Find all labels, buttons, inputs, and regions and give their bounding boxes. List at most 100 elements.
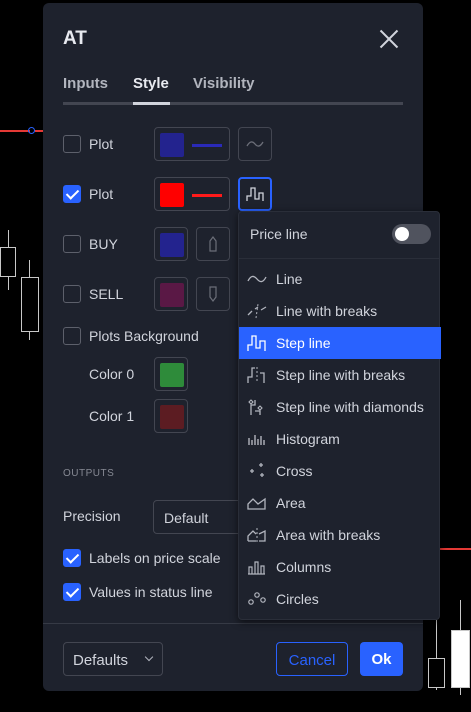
plot-1-line-preview	[192, 144, 222, 147]
menu-item-cross[interactable]: Cross	[239, 455, 441, 487]
chevron-down-icon	[144, 652, 154, 662]
menu-item-label: Histogram	[276, 431, 340, 447]
defaults-label: Defaults	[73, 652, 129, 669]
menu-item-columns[interactable]: Columns	[239, 551, 441, 583]
tab-bar: Inputs Style Visibility	[63, 73, 403, 105]
color-1-button[interactable]	[154, 399, 188, 433]
plot-1-color-button[interactable]	[154, 127, 230, 161]
buy-checkbox[interactable]	[63, 235, 81, 253]
buy-color-button[interactable]	[154, 227, 188, 261]
price-line-toggle[interactable]	[392, 224, 431, 244]
step-line-icon	[246, 187, 264, 201]
color-0-button[interactable]	[154, 357, 188, 391]
candle	[451, 630, 470, 688]
buy-color-swatch	[160, 233, 184, 257]
plot-2-label: Plot	[89, 186, 114, 202]
footer-divider	[43, 623, 423, 624]
tab-inputs[interactable]: Inputs	[63, 75, 108, 92]
menu-item-label: Line	[276, 271, 303, 287]
menu-item-area-with-breaks[interactable]: Area with breaks	[239, 519, 441, 551]
sell-label: SELL	[89, 286, 124, 302]
cancel-button[interactable]: Cancel	[276, 642, 348, 676]
menu-item-circles[interactable]: Circles	[239, 583, 441, 615]
tab-visibility[interactable]: Visibility	[193, 75, 254, 92]
menu-divider	[239, 258, 439, 259]
plot-2-checkbox[interactable]	[63, 185, 81, 203]
values-in-status-line-checkbox[interactable]	[63, 583, 81, 601]
plot-2-style-button[interactable]	[238, 177, 272, 211]
cancel-label: Cancel	[288, 652, 336, 669]
values-in-status-line-label: Values in status line	[89, 584, 213, 600]
buy-label: BUY	[89, 236, 118, 252]
precision-select[interactable]: Default	[153, 500, 248, 534]
menu-item-label: Step line	[276, 335, 331, 351]
plots-background-checkbox[interactable]	[63, 327, 81, 345]
chart-series-line	[0, 130, 30, 132]
step-line-icon	[247, 335, 266, 351]
columns-icon	[248, 561, 265, 575]
menu-item-step-line-with-breaks[interactable]: Step line with breaks	[239, 359, 441, 391]
tab-style[interactable]: Style	[133, 75, 169, 92]
active-tab-indicator	[133, 102, 170, 105]
plot-2-color-swatch	[160, 183, 184, 207]
ok-button[interactable]: Ok	[360, 642, 403, 676]
menu-item-step-line-with-diamonds[interactable]: Step line with diamonds	[239, 391, 441, 423]
precision-label: Precision	[63, 508, 121, 524]
close-icon[interactable]	[377, 27, 401, 51]
chart-point-marker	[28, 127, 35, 134]
precision-value: Default	[164, 510, 209, 526]
menu-item-step-line[interactable]: Step line	[239, 327, 441, 359]
plot-1-label: Plot	[89, 136, 114, 152]
plots-background-label: Plots Background	[89, 328, 199, 344]
menu-item-label: Cross	[276, 463, 313, 479]
menu-item-line-with-breaks[interactable]: Line with breaks	[239, 295, 441, 327]
color-1-label: Color 1	[89, 408, 135, 424]
plot-1-color-swatch	[160, 133, 184, 157]
labels-on-price-scale-checkbox[interactable]	[63, 549, 81, 567]
sell-shape-button[interactable]	[196, 277, 230, 311]
circles-icon	[248, 592, 266, 605]
menu-item-label: Columns	[276, 559, 332, 575]
area-icon	[247, 497, 266, 510]
sell-color-button[interactable]	[154, 277, 188, 311]
menu-item-line[interactable]: Line	[239, 263, 441, 295]
plot-2-color-button[interactable]	[154, 177, 230, 211]
candle	[21, 277, 39, 332]
candle	[428, 658, 445, 688]
color-0-label: Color 0	[89, 366, 135, 382]
plot-1-style-button[interactable]	[238, 127, 272, 161]
menu-item-area[interactable]: Area	[239, 487, 441, 519]
menu-item-label: Step line with breaks	[276, 367, 406, 383]
step-line-with-breaks-icon	[247, 367, 265, 383]
menu-item-label: Circles	[276, 591, 319, 607]
ok-label: Ok	[371, 651, 392, 668]
defaults-dropdown-button[interactable]: Defaults	[63, 642, 163, 676]
line-with-breaks-icon	[247, 303, 267, 319]
price-line-label: Price line	[250, 226, 308, 242]
menu-item-label: Area with breaks	[276, 527, 381, 543]
plot-1-checkbox[interactable]	[63, 135, 81, 153]
line-icon	[247, 275, 267, 283]
step-line-with-diamonds-icon	[248, 399, 263, 415]
labels-on-price-scale-label: Labels on price scale	[89, 550, 221, 566]
candle	[0, 247, 16, 277]
outputs-section-title: OUTPUTS	[63, 468, 115, 479]
arrow-up-shape-icon	[209, 236, 217, 252]
menu-item-label: Area	[276, 495, 306, 511]
area-with-breaks-icon	[247, 528, 266, 543]
color-0-swatch	[160, 363, 184, 387]
sell-color-swatch	[160, 283, 184, 307]
menu-item-label: Step line with diamonds	[276, 399, 424, 415]
menu-item-histogram[interactable]: Histogram	[239, 423, 441, 455]
sell-checkbox[interactable]	[63, 285, 81, 303]
screen: AT Inputs Style Visibility Plot Plot BUY…	[0, 0, 471, 712]
arrow-down-shape-icon	[209, 286, 217, 302]
menu-item-label: Line with breaks	[276, 303, 378, 319]
cross-icon	[250, 463, 264, 477]
histogram-icon	[248, 435, 265, 445]
dialog-title: AT	[63, 28, 87, 49]
buy-shape-button[interactable]	[196, 227, 230, 261]
plot-2-line-preview	[192, 194, 222, 197]
color-1-swatch	[160, 405, 184, 429]
line-icon	[246, 141, 264, 147]
